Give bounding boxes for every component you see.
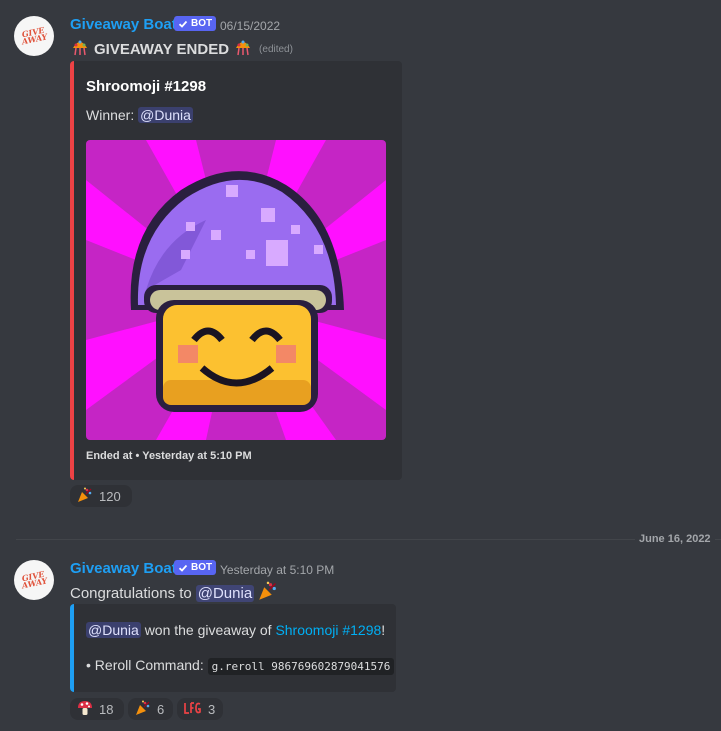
bot-tag: BOT [174, 16, 217, 31]
embed-won-line: @Dunia won the giveaway of Shroomoji #12… [86, 622, 385, 638]
message-timestamp: Yesterday at 5:10 PM [220, 563, 335, 577]
reaction-count: 3 [208, 701, 216, 717]
exclaim: ! [381, 622, 386, 638]
message-content: GIVEAWAY ENDED (edited) [70, 38, 293, 60]
lfg-icon [184, 701, 202, 718]
embed-winner-line: Winner: @Dunia [86, 107, 193, 123]
message-timestamp: 06/15/2022 [220, 19, 281, 33]
embed-accent-bar [70, 61, 74, 480]
bot-avatar[interactable]: GIVE AWAY [14, 560, 54, 600]
reaction-count: 120 [99, 488, 121, 504]
embed-title: Shroomoji #1298 [86, 78, 207, 95]
won-text: won the giveaway of [144, 622, 272, 638]
bot-tag-label: BOT [191, 562, 213, 573]
mushroom-icon [77, 700, 93, 719]
embed-reroll-line: • Reroll Command: g.reroll 9867696028790… [86, 657, 395, 675]
embed-footer: Ended at • Yesterday at 5:10 PM [86, 450, 252, 462]
edited-label: (edited) [259, 43, 293, 55]
reaction-party-popper[interactable]: 6 [128, 698, 173, 720]
giveaway-link[interactable]: Shroomoji #1298 [275, 622, 381, 638]
verified-check-icon [178, 20, 188, 28]
congrats-text: Congratulations to [70, 584, 192, 602]
giveaway-embed: Shroomoji #1298 Winner: @Dunia Ended at … [70, 61, 402, 480]
confetti-ball-icon [70, 38, 90, 60]
author-name[interactable]: Giveaway Boat [70, 16, 177, 33]
reaction-party-popper[interactable]: 120 [70, 485, 132, 507]
party-popper-icon [77, 487, 93, 506]
shroomoji-image [86, 140, 386, 440]
embed-image[interactable] [86, 140, 386, 440]
winner-label: Winner: [86, 107, 135, 123]
confetti-ball-icon [233, 38, 253, 60]
reaction-count: 18 [99, 701, 114, 717]
date-divider-label: June 16, 2022 [635, 533, 715, 545]
reaction-mushroom[interactable]: 18 [70, 698, 124, 720]
verified-check-icon [178, 564, 188, 572]
giveaway-ended-text: GIVEAWAY ENDED [94, 40, 230, 58]
reroll-code[interactable]: g.reroll 986769602879041576 [207, 658, 395, 675]
winner-embed: @Dunia won the giveaway of Shroomoji #12… [70, 604, 396, 692]
message-content: Congratulations to @Dunia [70, 581, 278, 605]
bot-avatar[interactable]: GIVE AWAY [14, 16, 54, 56]
reaction-count: 6 [157, 701, 165, 717]
winner-mention[interactable]: @Dunia [86, 622, 141, 638]
avatar-logo: GIVE AWAY [20, 24, 49, 47]
reaction-lfg[interactable]: 3 [177, 698, 223, 720]
embed-accent-bar [70, 604, 74, 692]
author-name[interactable]: Giveaway Boat [70, 560, 177, 577]
winner-mention[interactable]: @Dunia [138, 107, 193, 123]
reroll-label: • Reroll Command: [86, 657, 204, 673]
party-popper-icon [258, 581, 278, 605]
bot-tag-label: BOT [191, 18, 213, 29]
avatar-logo: GIVE AWAY [20, 568, 49, 591]
bot-tag: BOT [174, 560, 217, 575]
user-mention[interactable]: @Dunia [195, 584, 255, 602]
date-divider [16, 539, 721, 540]
party-popper-icon [135, 700, 151, 719]
